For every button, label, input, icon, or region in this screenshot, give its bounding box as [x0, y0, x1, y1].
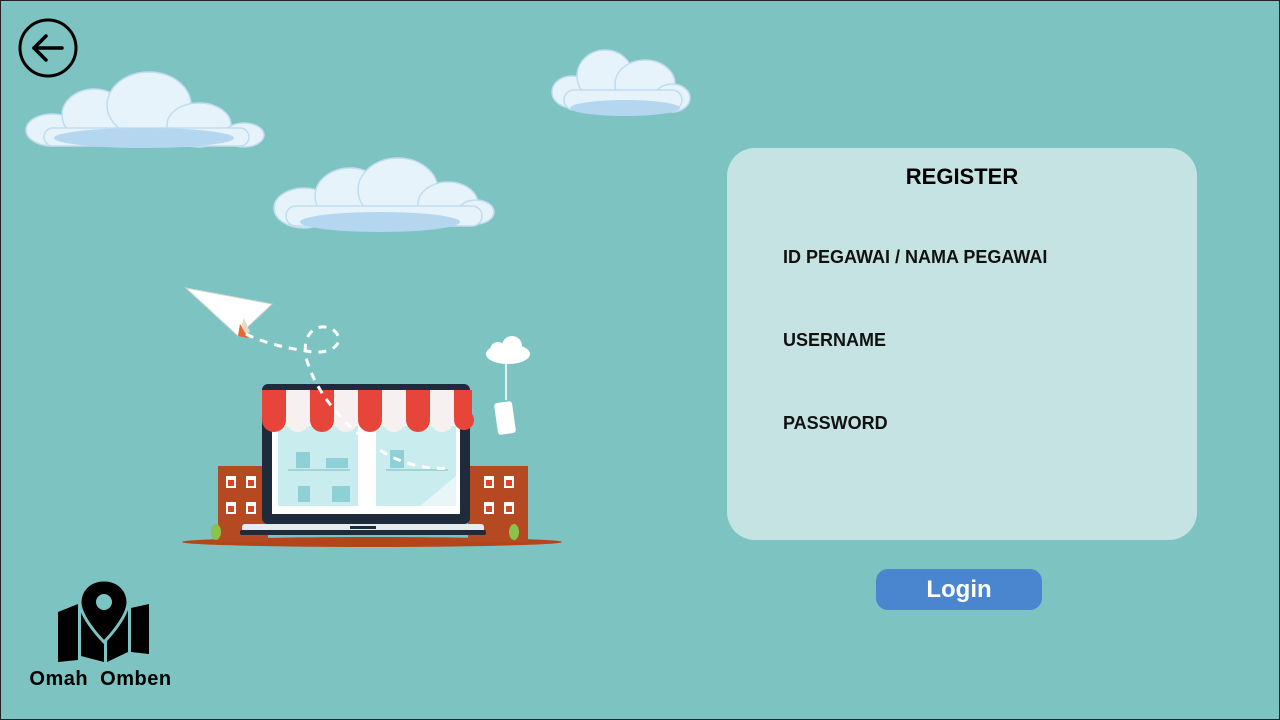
cloud-decoration [273, 157, 495, 232]
employee-id-label: ID PEGAWAI / NAMA PEGAWAI [783, 247, 1048, 267]
online-shop-illustration [182, 287, 562, 547]
password-label: PASSWORD [783, 413, 888, 433]
register-title: REGISTER [905, 164, 1019, 189]
cloud-decoration [25, 71, 265, 148]
brand-logo: Omah Omben [28, 578, 173, 695]
login-button[interactable]: Login [876, 569, 1042, 610]
map-pin-icon [58, 578, 149, 662]
cloud-decoration [551, 49, 691, 116]
back-button[interactable] [18, 18, 78, 78]
register-card: REGISTER ID PEGAWAI / NAMA PEGAWAI USERN… [727, 148, 1197, 540]
arrow-left-icon [18, 18, 78, 78]
brand-name: Omah Omben [29, 668, 172, 690]
username-label: USERNAME [783, 330, 887, 350]
